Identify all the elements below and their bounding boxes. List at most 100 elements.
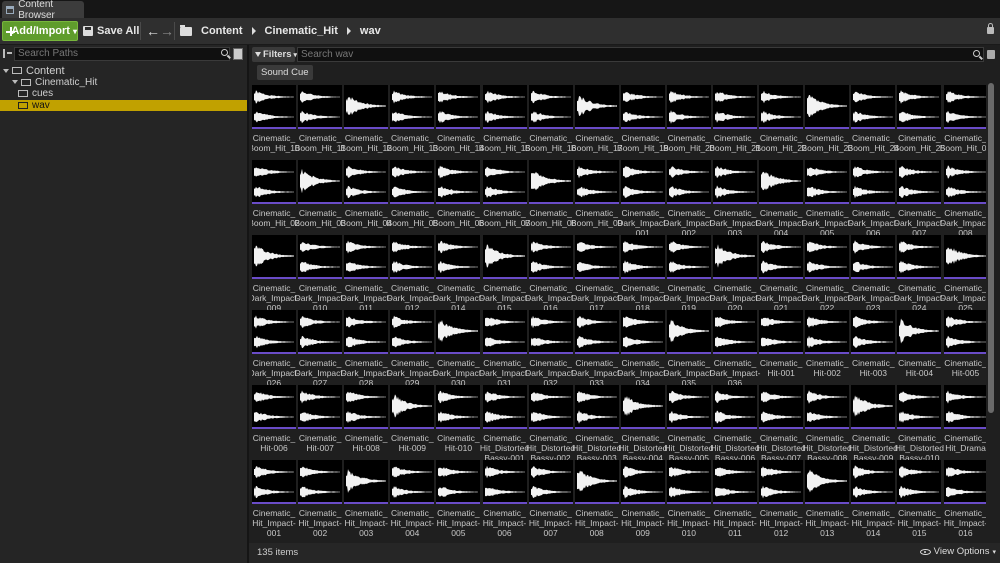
asset-tile[interactable]: Cinematic_ Dark_Impact- 002 (663, 160, 714, 238)
search-assets-input[interactable]: Search wav (297, 47, 984, 62)
asset-tile[interactable]: Cinematic_ Dark_Impact- 009 (252, 235, 300, 313)
asset-tile[interactable]: Cinematic_ Hit_Impact- 013 (805, 460, 850, 538)
asset-tile[interactable]: Cinematic_ Boom_Hit_19 (617, 85, 669, 160)
scrollbar[interactable] (988, 83, 994, 413)
asset-tile[interactable]: Cinematic_ Hit_Distorted Bassy-005 (664, 385, 713, 463)
asset-tile[interactable]: Cinematic_ Hit_Distorted Bassy-003 (572, 385, 621, 463)
asset-tile[interactable]: Cinematic_ Dark_Impact- 027 (295, 310, 346, 388)
asset-tile[interactable]: Cinematic_ Boom_Hit_20 (663, 85, 715, 160)
save-all-button[interactable]: Save All (83, 22, 139, 40)
asset-tile[interactable]: Cinematic_ Dark_Impact- 001 (617, 160, 668, 238)
asset-tile[interactable]: Cinematic_ Boom_Hit_09 (571, 160, 622, 235)
asset-tile[interactable]: Cinematic_ Hit_Distorted Bassy-010 (895, 385, 944, 463)
asset-tile[interactable]: Cinematic_ Dark_Impact- 003 (709, 160, 761, 238)
asset-tile[interactable]: Cinematic_ Dark_Impact- 006 (848, 160, 899, 238)
asset-tile[interactable]: Cinematic_ Dark_Impact- 028 (341, 310, 392, 388)
asset-tile[interactable]: Cinematic_ Boom_Hit_25 (894, 85, 945, 160)
asset-tile[interactable]: Cinematic_ Hit_Impact- 012 (759, 460, 804, 538)
asset-tile[interactable]: Cinematic_ Dark_Impact- 005 (802, 160, 853, 238)
asset-tile[interactable]: Cinematic_ Hit_Impact- 006 (482, 460, 527, 538)
asset-tile[interactable]: Cinematic_ Hit-010 (436, 385, 481, 460)
breadcrumb-item[interactable]: Cinematic_Hit (265, 25, 338, 37)
asset-tile[interactable]: Cinematic_ Hit-004 (897, 310, 942, 385)
asset-tile[interactable]: Cinematic_ Dark_Impact- 016 (525, 235, 576, 313)
asset-tile[interactable]: Cinematic_ Boom_Hit_06 (433, 160, 484, 235)
asset-tile[interactable]: Cinematic_ Hit_Impact- 003 (344, 460, 389, 538)
asset-tile[interactable]: Cinematic_ Dark_Impact- 031 (479, 310, 530, 388)
asset-tile[interactable]: Cinematic_ Hit_Distorted Bassy-009 (849, 385, 898, 463)
asset-tile[interactable]: Cinematic_ Hit_Impact- 011 (713, 460, 757, 538)
tree-item[interactable]: Cinematic_Hit (0, 77, 247, 89)
asset-tile[interactable]: Cinematic_ Dark_Impact- 015 (479, 235, 530, 313)
asset-tile[interactable]: Cinematic_ Hit-005 (943, 310, 986, 385)
asset-tile[interactable]: Cinematic_ Dark_Impact- 004 (756, 160, 807, 238)
asset-tile[interactable]: Cinematic_ Hit-001 (759, 310, 804, 385)
asset-tile[interactable]: Cinematic_ Dark_Impact- 010 (295, 235, 346, 313)
asset-tile[interactable]: Cinematic_ Hit_Distorted Bassy-001 (480, 385, 529, 463)
asset-tile[interactable]: Cinematic_ Hit_Impact- 002 (298, 460, 343, 538)
asset-tile[interactable]: Cinematic_ Hit_Drama (943, 385, 986, 460)
asset-tile[interactable]: Cinematic_ Dark_Impact- 034 (617, 310, 668, 388)
asset-tile[interactable]: Cinematic_ Boom_Hit_23 (801, 85, 853, 160)
asset-tile[interactable]: Cinematic_ Dark_Impact- 022 (802, 235, 853, 313)
back-button[interactable]: ← (146, 22, 160, 40)
breadcrumb-item[interactable]: Content (201, 25, 243, 37)
asset-tile[interactable]: Cinematic_ Hit-006 (252, 385, 296, 460)
asset-tile[interactable]: Cinematic_ Boom_Hit_24 (848, 85, 899, 160)
asset-tile[interactable]: Cinematic_ Hit-007 (298, 385, 343, 460)
forward-button[interactable]: → (160, 22, 174, 40)
asset-tile[interactable]: Cinematic_ Boom_Hit_15 (479, 85, 530, 160)
asset-tile[interactable]: Cinematic_ Boom_Hit_12 (340, 85, 392, 160)
asset-tile[interactable]: Cinematic_ Boom_Hit_02 (252, 160, 300, 235)
asset-tile[interactable]: Cinematic_ Dark_Impact- 019 (663, 235, 714, 313)
asset-tile[interactable]: Cinematic_ Boom_Hit_14 (433, 85, 484, 160)
filter-chip-sound-cue[interactable]: Sound Cue (257, 65, 313, 80)
asset-tile[interactable]: Cinematic_ Hit_Distorted Bassy-002 (526, 385, 575, 463)
asset-tile[interactable]: Cinematic_ Boom_Hit_07 (479, 160, 530, 235)
asset-tile[interactable]: Cinematic_ Dark_Impact- 036 (709, 310, 761, 388)
asset-tile[interactable]: Cinematic_ Hit_Impact- 001 (252, 460, 296, 538)
view-options-button[interactable]: View Options ▾ (919, 546, 996, 557)
asset-tile[interactable]: Cinematic_ Hit_Impact- 010 (666, 460, 711, 538)
collapse-panel-icon[interactable] (3, 49, 12, 58)
asset-tile[interactable]: Cinematic_ Hit-002 (805, 310, 850, 385)
asset-tile[interactable]: Cinematic_ Hit_Impact- 007 (528, 460, 573, 538)
lock-icon[interactable] (987, 50, 995, 59)
breadcrumb-arrow-icon[interactable] (346, 27, 351, 35)
asset-tile[interactable]: Cinematic_ Dark_Impact- 033 (571, 310, 622, 388)
asset-tile[interactable]: Cinematic_ Hit_Impact- 014 (851, 460, 896, 538)
asset-tile[interactable]: Cinematic_ Dark_Impact- 032 (525, 310, 576, 388)
breadcrumb-arrow-icon[interactable] (251, 27, 256, 35)
tree-item[interactable]: wav (0, 99, 247, 111)
asset-tile[interactable]: Cinematic_ Dark_Impact- 007 (894, 160, 945, 238)
asset-tile[interactable]: Cinematic_ Hit_Distorted Bassy-007 (757, 385, 806, 463)
path-view-options-icon[interactable] (233, 48, 243, 60)
asset-tile[interactable]: Cinematic_ Boom_Hit_17 (571, 85, 622, 160)
asset-tile[interactable]: Cinematic_ Hit_Impact- 005 (436, 460, 481, 538)
asset-tile[interactable]: Cinematic_ Hit_Distorted Bassy-006 (710, 385, 760, 463)
asset-tile[interactable]: Cinematic_ Dark_Impact- 025 (940, 235, 986, 313)
asset-tile[interactable]: Cinematic_ Hit_Impact- 016 (943, 460, 986, 538)
asset-tile[interactable]: Cinematic_ Dark_Impact- 026 (252, 310, 300, 388)
asset-tile[interactable]: Cinematic_ Hit_Impact- 004 (390, 460, 435, 538)
search-paths-input[interactable]: Search Paths (14, 47, 230, 61)
asset-tile[interactable]: Cinematic_ Hit_Impact- 009 (620, 460, 665, 538)
expand-arrow-icon[interactable] (12, 80, 18, 85)
filters-button[interactable]: Filters ▾ (252, 47, 297, 62)
asset-tile[interactable]: Cinematic_ Dark_Impact- 029 (387, 310, 438, 388)
asset-tile[interactable]: Cinematic_ Hit-003 (851, 310, 896, 385)
breadcrumb-item[interactable]: wav (360, 25, 381, 37)
asset-tile[interactable]: Cinematic_ Boom_Hit_10 (252, 85, 300, 160)
asset-tile[interactable]: Cinematic_ Hit_Impact- 015 (897, 460, 942, 538)
asset-tile[interactable]: Cinematic_ Boom_Hit_13 (387, 85, 438, 160)
tree-item[interactable]: Content (0, 65, 247, 77)
asset-tile[interactable]: Cinematic_ Boom_Hit_11 (295, 85, 346, 160)
asset-tile[interactable]: Cinematic_ Dark_Impact- 030 (433, 310, 484, 388)
asset-tile[interactable]: Cinematic_ Dark_Impact- 011 (341, 235, 392, 313)
asset-tile[interactable]: Cinematic_ Boom_Hit_21 (709, 85, 761, 160)
asset-tile[interactable]: Cinematic_ Boom_Hit_08 (525, 160, 576, 235)
asset-tile[interactable]: Cinematic_ Hit-009 (390, 385, 435, 460)
asset-tile[interactable]: Cinematic_ Boom_Hit_22 (755, 85, 807, 160)
asset-tile[interactable]: Cinematic_ Hit-008 (344, 385, 389, 460)
asset-tile[interactable]: Cinematic_ Dark_Impact- 008 (940, 160, 986, 238)
